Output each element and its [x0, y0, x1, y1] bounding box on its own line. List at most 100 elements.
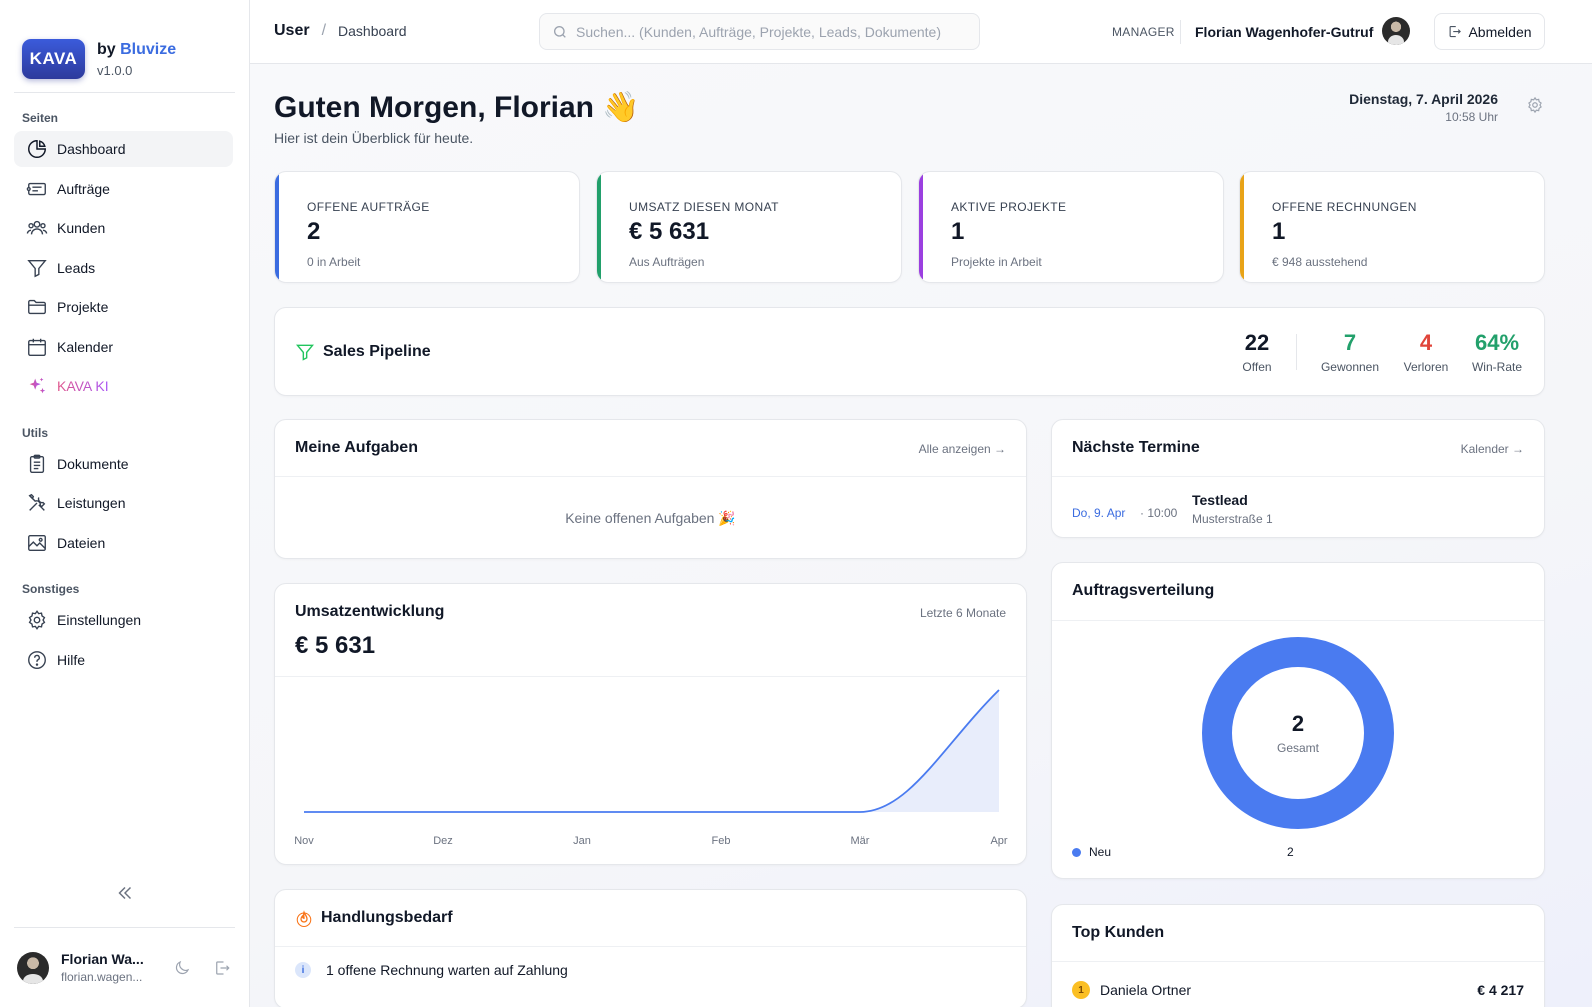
appointments-card: Nächste Termine Kalender → Do, 9. Apr · …	[1051, 419, 1545, 538]
sidebar-item-label: Einstellungen	[57, 612, 142, 628]
pipeline-offen-value: 22	[1244, 330, 1270, 355]
pipeline-gewonnen: 7 Gewonnen	[1317, 330, 1383, 374]
app-version: v1.0.0	[97, 62, 133, 78]
pipeline-verloren: 4 Verloren	[1399, 330, 1453, 374]
action-item-text: 1 offene Rechnung warten auf Zahlung	[326, 962, 568, 978]
brand: KAVA by Bluvize v1.0.0	[0, 0, 249, 92]
sidebar-item-leistungen[interactable]: Leistungen	[14, 485, 233, 521]
logout-icon[interactable]	[213, 959, 231, 977]
main-content: Guten Morgen, Florian 👋 Hier ist dein Üb…	[250, 64, 1592, 1007]
tasks-card: Meine Aufgaben Alle anzeigen → Keine off…	[274, 419, 1027, 559]
sidebar-item-dashboard[interactable]: Dashboard	[14, 131, 233, 167]
x-tick-label: Feb	[712, 835, 731, 847]
search-box[interactable]	[539, 13, 980, 50]
calendar-link[interactable]: Kalender →	[1461, 442, 1524, 456]
tasks-show-all-link[interactable]: Alle anzeigen →	[919, 442, 1006, 456]
stat-value: 2	[307, 218, 321, 245]
stat-card-umsatz[interactable]: UMSATZ DIESEN MONAT € 5 631 Aus Aufträge…	[596, 171, 902, 283]
logout-icon	[1450, 25, 1462, 38]
kava-logo[interactable]: KAVA	[22, 39, 85, 79]
sidebar: KAVA by Bluvize v1.0.0 Seiten Dashboard …	[0, 0, 250, 1007]
brand-by-name: Bluvize	[120, 40, 177, 58]
logout-label: Abmelden	[1468, 23, 1532, 40]
stat-label: UMSATZ DIESEN MONAT	[629, 200, 779, 214]
dashboard-settings-gear-icon[interactable]	[1526, 96, 1544, 114]
sidebar-item-kalender[interactable]: Kalender	[14, 329, 233, 365]
sidebar-item-dokumente[interactable]: Dokumente	[14, 446, 233, 482]
sidebar-item-leads[interactable]: Leads	[14, 250, 233, 286]
stat-accent-bar	[275, 172, 279, 282]
x-tick-label: Mär	[851, 835, 870, 847]
pipeline-offen-label: Offen	[1242, 360, 1272, 374]
sidebar-item-kava-ki[interactable]: KAVA KI	[14, 368, 233, 404]
sidebar-user-footer: Florian Wa... florian.wagen...	[14, 927, 235, 1007]
legend-dot	[1072, 847, 1081, 857]
topbar: User / Dashboard MANAGER Florian Wagenho…	[250, 0, 1592, 64]
sidebar-item-label: Aufträge	[57, 180, 110, 197]
page-title: Guten Morgen, Florian 👋	[274, 91, 640, 124]
footer-user-name: Florian Wa...	[61, 951, 144, 967]
sidebar-item-auftraege[interactable]: Aufträge	[14, 171, 233, 207]
sidebar-item-dateien[interactable]: Dateien	[14, 525, 233, 561]
search-input[interactable]	[576, 23, 966, 40]
x-tick-label: Apr	[990, 835, 1007, 847]
appointment-date: Do, 9. Apr	[1072, 506, 1126, 520]
revenue-period: Letzte 6 Monate	[919, 606, 1006, 620]
stat-card-offene-auftraege[interactable]: OFFENE AUFTRÄGE 2 0 in Arbeit	[274, 171, 580, 283]
pipeline-winrate: 64% Win-Rate	[1469, 330, 1525, 374]
action-required-card: Handlungsbedarf i 1 offene Rechnung wart…	[274, 889, 1027, 1007]
pipeline-verloren-label: Verloren	[1403, 360, 1449, 374]
calendar-icon	[28, 338, 46, 356]
breadcrumb-item-user[interactable]: User	[274, 22, 310, 40]
pipeline-title: Sales Pipeline	[323, 343, 431, 360]
group-title-utils: Utils	[22, 425, 49, 440]
customer-amount: € 4 217	[1477, 982, 1524, 998]
sidebar-item-kunden[interactable]: Kunden	[14, 210, 233, 246]
info-icon: i	[295, 962, 311, 978]
distribution-card: Auftragsverteilung 2 Gesamt Neu 2	[1051, 562, 1545, 879]
x-tick-label: Nov	[294, 835, 314, 847]
stat-sub: Aus Aufträgen	[629, 255, 705, 269]
stat-card-aktive-projekte[interactable]: AKTIVE PROJEKTE 1 Projekte in Arbeit	[918, 171, 1224, 283]
user-role: MANAGER	[1112, 25, 1175, 39]
sidebar-item-einstellungen[interactable]: Einstellungen	[14, 602, 233, 638]
revenue-total: € 5 631	[295, 632, 376, 659]
date-text: Dienstag, 7. April 2026	[1349, 91, 1498, 107]
top-avatar[interactable]	[1382, 17, 1410, 45]
pipeline-gewonnen-label: Gewonnen	[1320, 360, 1380, 374]
x-tick-label: Jan	[573, 835, 591, 847]
sparkles-icon	[29, 377, 46, 394]
search-icon	[554, 25, 566, 38]
sales-pipeline-card[interactable]: Sales Pipeline 22 Offen 7 Gewonnen 4 Ver…	[274, 307, 1545, 396]
sidebar-item-label: KAVA KI	[57, 378, 109, 394]
top-user-name: Florian Wagenhofer-Gutruf	[1195, 24, 1374, 40]
funnel-icon	[295, 344, 315, 361]
revenue-area-chart: Nov Dez Jan Feb Mär Apr	[294, 689, 1008, 847]
distribution-total-label: Gesamt	[1276, 741, 1319, 755]
stat-label: OFFENE AUFTRÄGE	[307, 200, 430, 214]
collapse-sidebar-icon[interactable]	[114, 882, 136, 904]
action-item[interactable]: i 1 offene Rechnung warten auf Zahlung	[295, 962, 568, 978]
sidebar-item-projekte[interactable]: Projekte	[14, 289, 233, 325]
pipeline-gewonnen-value: 7	[1343, 330, 1357, 355]
group-title-sonstiges: Sonstiges	[22, 582, 80, 596]
current-date: Dienstag, 7. April 2026 10:58 Uhr	[1349, 91, 1498, 124]
sidebar-item-hilfe[interactable]: Hilfe	[14, 642, 233, 678]
users-icon	[26, 220, 48, 235]
tasks-title: Meine Aufgaben	[295, 439, 418, 456]
image-icon	[28, 534, 46, 551]
stat-card-offene-rechnungen[interactable]: OFFENE RECHNUNGEN 1 € 948 ausstehend	[1239, 171, 1545, 283]
moon-icon[interactable]	[173, 959, 191, 977]
avatar[interactable]	[17, 951, 49, 984]
pipeline-offen: 22 Offen	[1235, 330, 1279, 374]
stat-accent-bar	[1240, 172, 1244, 282]
pipeline-verloren-value: 4	[1419, 330, 1433, 355]
pie-chart-icon	[28, 140, 46, 158]
clipboard-icon	[29, 454, 45, 473]
sidebar-item-label: Dokumente	[57, 455, 129, 472]
gear-icon	[28, 610, 46, 630]
breadcrumb: User / Dashboard	[274, 22, 407, 40]
stat-value: € 5 631	[629, 218, 710, 245]
logout-button[interactable]: Abmelden	[1434, 13, 1545, 50]
appointment-address: Musterstraße 1	[1192, 512, 1273, 526]
